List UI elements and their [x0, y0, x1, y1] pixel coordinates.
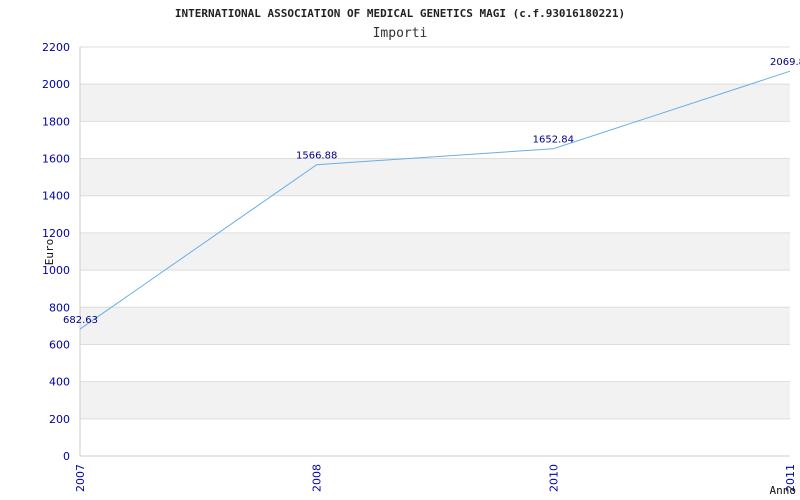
band [80, 158, 790, 196]
chart-title: INTERNATIONAL ASSOCIATION OF MEDICAL GEN… [175, 7, 625, 20]
x-tick-label: 2010 [547, 464, 560, 492]
x-tick-label: 2007 [74, 464, 87, 492]
line-chart: 0200400600800100012001400160018002000220… [42, 7, 800, 497]
y-tick-label: 1800 [42, 115, 70, 128]
y-tick-label: 0 [63, 450, 70, 463]
x-tick-labels: 2007 2008 2010 2011 [74, 464, 797, 492]
band [80, 307, 790, 345]
y-tick-label: 400 [49, 376, 70, 389]
x-tick-label: 2008 [311, 464, 324, 492]
band [80, 84, 790, 122]
y-tick-label: 600 [49, 338, 70, 351]
x-axis-label: Anno [770, 484, 797, 497]
data-label: 682.63 [63, 315, 98, 326]
band [80, 232, 790, 271]
y-tick-label: 800 [49, 301, 70, 314]
y-tick-label: 1600 [42, 153, 70, 166]
data-label: 2069.8 [770, 57, 800, 68]
y-tick-label: 1200 [42, 227, 70, 240]
data-label: 1652.84 [533, 135, 574, 146]
y-tick-label: 200 [49, 413, 70, 426]
background-bands [80, 84, 790, 419]
chart-subtitle: Importi [373, 26, 428, 41]
band [80, 381, 790, 419]
y-axis-label: Euro [43, 239, 56, 266]
y-tick-label: 2200 [42, 41, 70, 54]
data-label: 1566.88 [296, 151, 337, 162]
y-tick-label: 1400 [42, 190, 70, 203]
y-tick-label: 2000 [42, 78, 70, 91]
